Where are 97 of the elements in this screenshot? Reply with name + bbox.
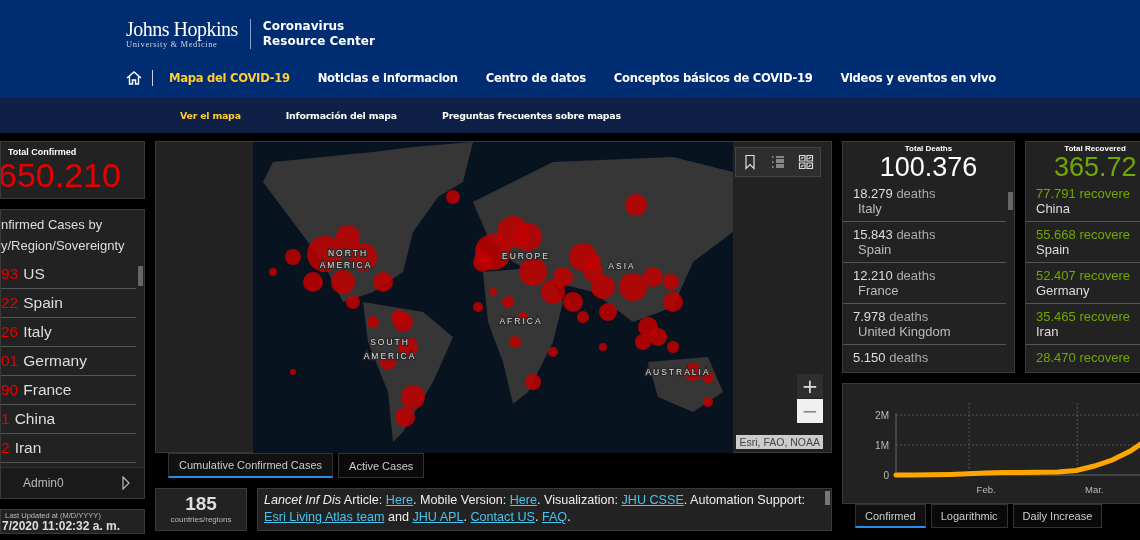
axis-tick-label: 2M [875, 410, 889, 421]
info-link[interactable]: FAQ [541, 510, 568, 524]
info-link[interactable]: Here [385, 493, 414, 507]
recovered-count: 52.407 [1036, 268, 1076, 283]
info-link[interactable]: Contact US [470, 510, 535, 524]
country-name[interactable]: Italy [853, 201, 1006, 216]
axis-tick-label: Mar. [1085, 484, 1104, 495]
region-label: ASIA [608, 261, 636, 271]
scrollbar-thumb[interactable] [1008, 192, 1013, 210]
subnav-link[interactable]: Ver el mapa [180, 110, 241, 121]
panel-label: Total Confirmed [7, 147, 77, 157]
country-name[interactable]: China [14, 410, 56, 428]
site-title: Resource Center [262, 34, 375, 49]
unit-label: deaths [896, 227, 936, 242]
info-link[interactable]: JHU APL [412, 510, 464, 524]
country-name[interactable]: Spain [1036, 242, 1140, 257]
case-count: 93 [1, 265, 19, 283]
country-name[interactable]: Italy [23, 323, 52, 341]
chart-tab[interactable]: Confirmed [855, 504, 926, 528]
case-count: 26 [1, 323, 19, 341]
nav-link[interactable]: Videos y eventos en vivo [840, 71, 996, 85]
last-updated-value: 7/2020 11:02:32 a. m. [2, 520, 122, 533]
case-count: 1 [1, 410, 10, 428]
case-count: 2 [1, 439, 10, 457]
scrollbar-thumb[interactable] [138, 266, 143, 286]
basemap-gallery-icon[interactable] [798, 154, 814, 170]
recovered-count: 28.470 [1036, 349, 1076, 365]
axis-tick-label: Feb. [976, 484, 996, 495]
country-name[interactable]: Germany [1036, 283, 1140, 298]
world-map-drawing[interactable] [253, 142, 733, 453]
unit-label: recovere [1079, 268, 1130, 283]
unit-label: recovere [1079, 227, 1130, 242]
region-label: AFRICA [499, 316, 543, 326]
death-count: 7.978 [853, 309, 886, 324]
info-text: Lancet Inf Dis Article: Here. Mobile Version: Here. Visualization: JHU CSSE. Automation Support: Esri Living Atlas team and JHU APL. Contact US. FAQ. [264, 492, 806, 526]
region-label: AMERICA [319, 260, 373, 270]
nav-link[interactable]: Centro de datos [485, 71, 586, 85]
zoom-in-button[interactable]: + [797, 374, 823, 398]
info-link[interactable]: Here [509, 493, 537, 507]
death-count: 5.150 [853, 349, 886, 365]
subnav-link[interactable]: Información del mapa [285, 110, 397, 121]
logo-subtitle: University & Medicine [126, 39, 218, 49]
case-count: 01 [1, 352, 19, 370]
recovered-count: 77.791 [1036, 186, 1076, 201]
unit-label: recovere [1079, 349, 1130, 365]
country-count-label: countries/regions [170, 515, 232, 524]
admin-level-label: Admin0 [23, 476, 64, 490]
case-count: 22 [1, 294, 19, 312]
map-attribution: Esri, FAO, NOAA [736, 435, 823, 449]
scrollbar-thumb[interactable] [825, 491, 830, 505]
info-link[interactable]: Esri Living Atlas team [264, 510, 385, 524]
map-tab[interactable]: Cumulative Confirmed Cases [168, 453, 334, 478]
list-icon[interactable] [770, 154, 786, 170]
country-name[interactable]: Spain [23, 294, 63, 312]
country-name[interactable]: China [1036, 201, 1140, 216]
chart-tab[interactable]: Daily Increase [1012, 504, 1103, 528]
unit-label: recovere [1079, 309, 1130, 324]
country-name[interactable]: Germany [23, 352, 87, 370]
nav-link[interactable]: Conceptos básicos de COVID-19 [613, 71, 813, 85]
death-count: 12.210 [853, 268, 893, 283]
unit-label: deaths [889, 349, 929, 365]
unit-label: deaths [896, 186, 936, 201]
next-arrow-icon[interactable] [122, 476, 130, 490]
death-count: 15.843 [853, 227, 893, 242]
death-count: 18.279 [853, 186, 893, 201]
total-deaths-value: 100.376 [878, 153, 979, 181]
country-name[interactable]: Iran [1036, 324, 1140, 339]
nav-link[interactable]: Mapa del COVID-19 [169, 71, 290, 85]
total-recovered-value: 365.72 [1053, 153, 1138, 181]
info-link[interactable]: JHU CSSE [621, 493, 684, 507]
list-title: nfirmed Cases by [1, 216, 104, 234]
site-title: Coronavirus [262, 19, 346, 34]
chart-tab[interactable]: Logarithmic [930, 504, 1008, 528]
country-name[interactable]: United Kingdom [853, 324, 1006, 339]
axis-tick-label: 0 [883, 470, 889, 481]
panel-label: Total Deaths [903, 144, 954, 153]
unit-label: deaths [896, 268, 936, 283]
recovered-count: 35.465 [1036, 309, 1076, 324]
country-name[interactable]: Spain [853, 242, 1006, 257]
case-count: 90 [1, 381, 19, 399]
country-name[interactable]: US [23, 265, 45, 283]
country-count: 185 [185, 493, 217, 515]
home-icon[interactable] [126, 71, 142, 85]
bookmark-icon[interactable] [742, 154, 758, 170]
map-tab[interactable]: Active Cases [338, 453, 425, 478]
list-title: y/Region/Sovereignty [1, 237, 126, 255]
country-name[interactable]: France [23, 381, 72, 399]
region-label: NORTH [327, 248, 369, 258]
unit-label: recovere [1079, 186, 1130, 201]
axis-tick-label: 1M [875, 440, 889, 451]
unit-label: deaths [889, 309, 929, 324]
recovered-count: 55.668 [1036, 227, 1076, 242]
country-name[interactable]: Iran [14, 439, 42, 457]
subnav-link[interactable]: Preguntas frecuentes sobre mapas [442, 110, 621, 121]
nav-link[interactable]: Noticias e informacion [317, 71, 458, 85]
country-name[interactable]: France [853, 283, 1006, 298]
panel-label: Total Recovered [1063, 144, 1127, 153]
